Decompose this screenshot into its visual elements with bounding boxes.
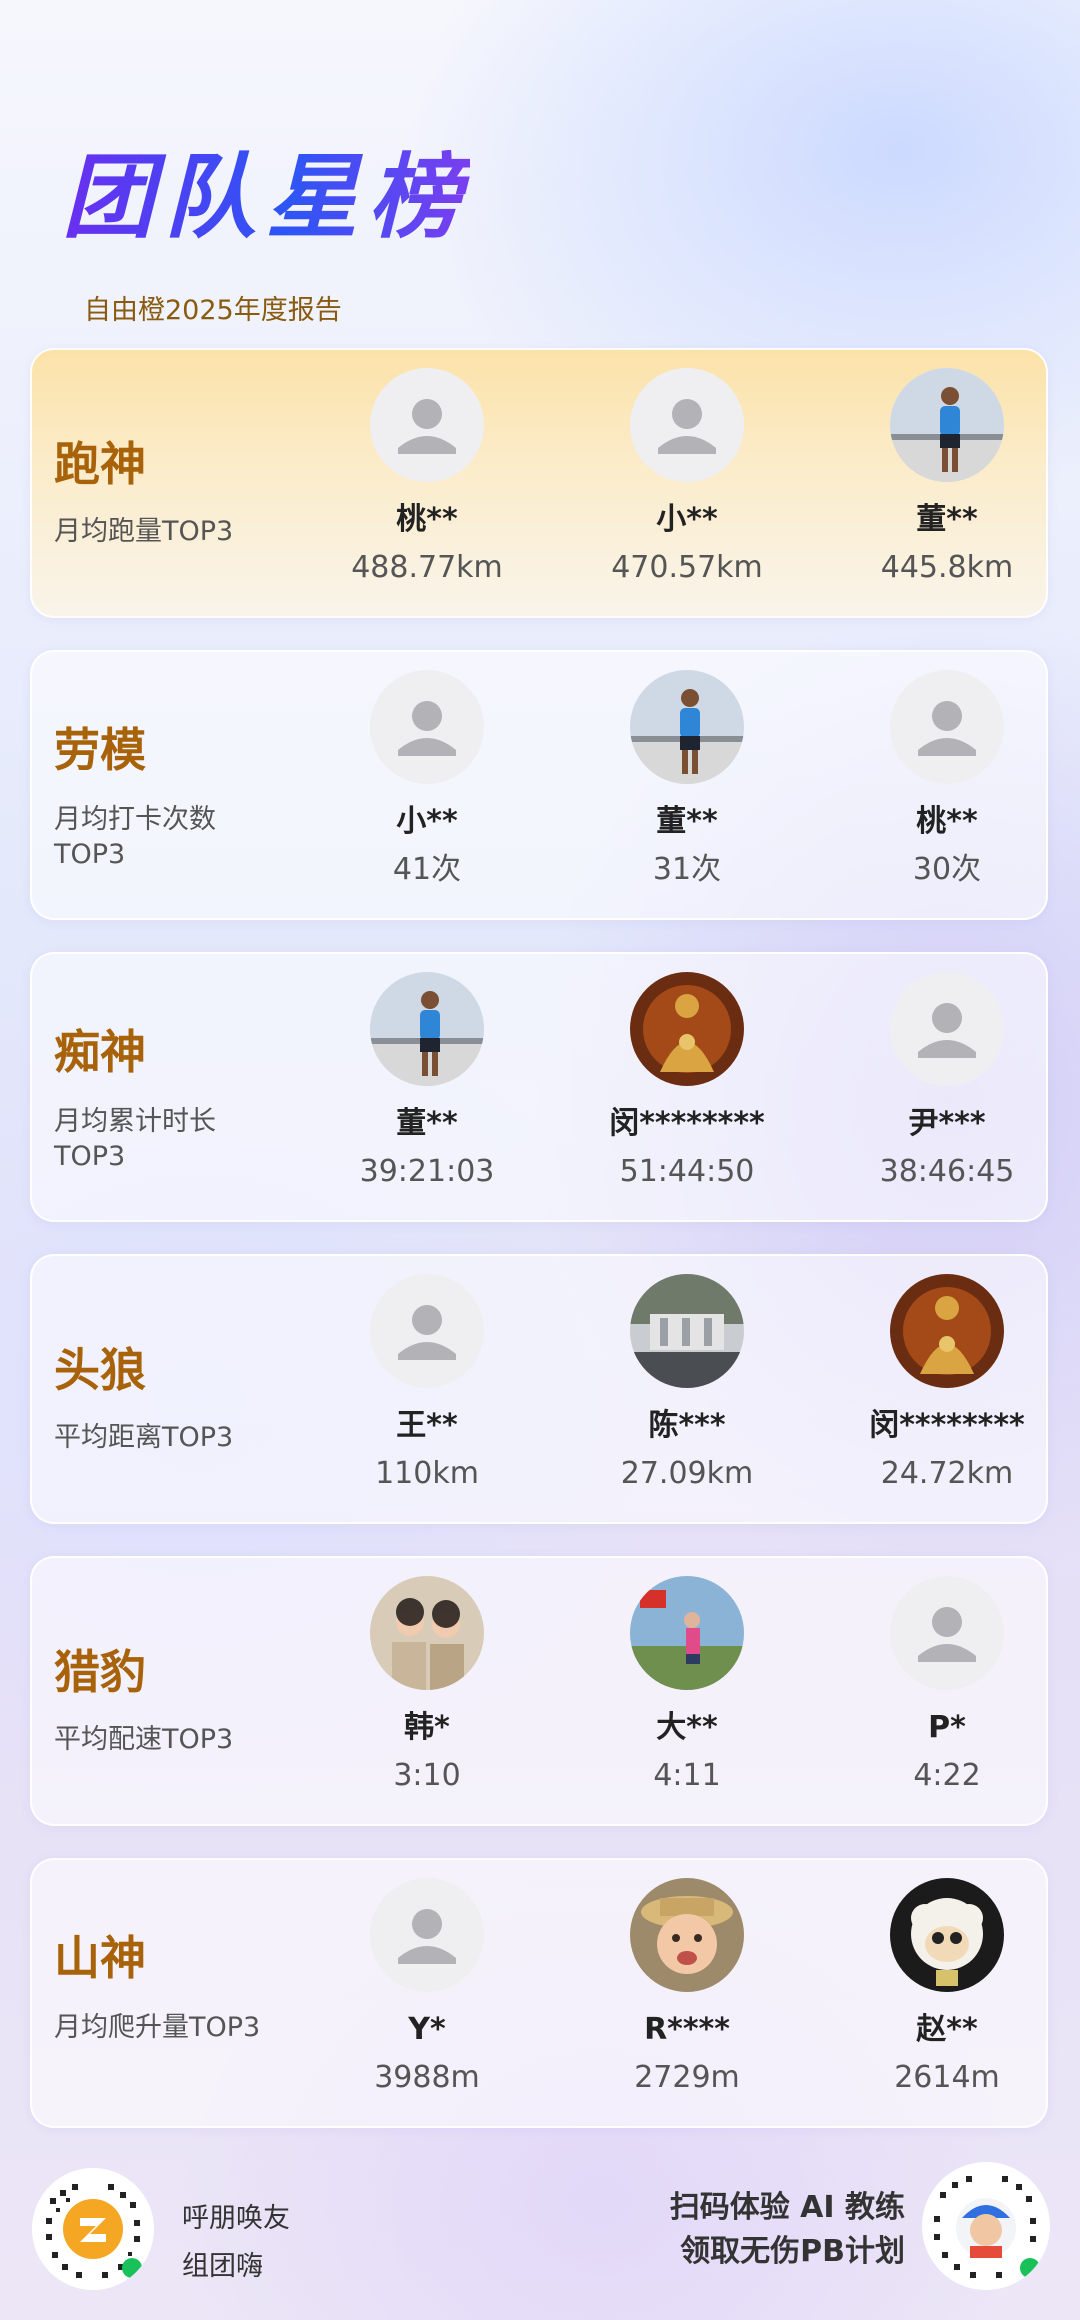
default-avatar-icon: [890, 1576, 1004, 1690]
category-card-run-god: 跑神 月均跑量TOP3 桃** 488.77km 小** 470.57km 董*…: [30, 348, 1048, 618]
leaderboard-entry[interactable]: Y* 3988m: [317, 1878, 537, 2096]
user-value: 51:44:50: [619, 1154, 755, 1189]
user-name: 董**: [396, 1106, 458, 1141]
user-value: 27.09km: [620, 1456, 754, 1491]
default-avatar-icon: [370, 1274, 484, 1388]
leaderboard-entry[interactable]: 小** 41次: [317, 670, 537, 888]
user-value: 24.72km: [880, 1456, 1014, 1491]
user-name: 大**: [656, 1710, 718, 1745]
footer-cta: 扫码体验 AI 教练 领取无伤PB计划: [600, 2186, 905, 2274]
leaderboard-entry[interactable]: 董** 31次: [577, 670, 797, 888]
user-name: 小**: [656, 502, 718, 537]
category-card-obsessed-god: 痴神 月均累计时长TOP3 董** 39:21:03 闵******** 51:…: [30, 952, 1048, 1222]
leaderboard-entry[interactable]: 大** 4:11: [577, 1576, 797, 1794]
buddha-statue-photo: [630, 972, 744, 1086]
leaderboard-entry[interactable]: 闵******** 24.72km: [837, 1274, 1057, 1492]
user-value: 3:10: [393, 1758, 461, 1793]
user-value: 39:21:03: [359, 1154, 495, 1189]
category-card-cheetah: 猎豹 平均配速TOP3 韩* 3:10 大** 4:11 P* 4:22: [30, 1556, 1048, 1826]
user-value: 3988m: [374, 2060, 480, 2095]
default-avatar-icon: [890, 972, 1004, 1086]
user-name: 桃**: [396, 502, 458, 537]
category-title: 劳模: [54, 723, 146, 777]
outdoor-person-photo: [630, 1576, 744, 1690]
user-value: 470.57km: [611, 550, 763, 585]
leaderboard-entry[interactable]: 董** 39:21:03: [317, 972, 537, 1190]
user-name: 闵********: [609, 1106, 765, 1141]
coach-qr-code-icon[interactable]: [922, 2162, 1050, 2290]
user-value: 2729m: [634, 2060, 740, 2095]
category-subtitle: 月均打卡次数TOP3: [54, 804, 216, 870]
default-avatar-icon: [370, 670, 484, 784]
category-card-model-worker: 劳模 月均打卡次数TOP3 小** 41次 董** 31次 桃** 30次: [30, 650, 1048, 920]
page-subtitle: 自由橙2025年度报告: [84, 295, 342, 326]
leaderboard-entry[interactable]: 董** 445.8km: [837, 368, 1057, 586]
user-name: 桃**: [916, 804, 978, 839]
leaderboard-entry[interactable]: 桃** 488.77km: [317, 368, 537, 586]
footer-invite-line2: 组团嗨: [182, 2251, 263, 2282]
user-value: 110km: [375, 1456, 479, 1491]
user-name: 董**: [916, 502, 978, 537]
leaderboard-entry[interactable]: P* 4:22: [837, 1576, 1057, 1794]
footer-cta-line1: 扫码体验 AI 教练: [669, 2190, 905, 2225]
default-avatar-icon: [630, 368, 744, 482]
user-value: 30次: [912, 852, 982, 887]
user-value: 38:46:45: [879, 1154, 1015, 1189]
user-name: 赵**: [916, 2012, 978, 2047]
street-sign-photo: [630, 1274, 744, 1388]
category-subtitle: 月均跑量TOP3: [54, 516, 234, 547]
user-value: 4:22: [913, 1758, 981, 1793]
user-value: 488.77km: [351, 550, 503, 585]
default-avatar-icon: [370, 368, 484, 482]
user-name: 闵********: [869, 1408, 1025, 1443]
user-value: 41次: [392, 852, 462, 887]
baby-photo: [630, 1878, 744, 1992]
qr-code-icon[interactable]: [32, 2168, 154, 2290]
page-title: 团队星榜: [62, 144, 471, 251]
category-card-lead-wolf: 头狼 平均距离TOP3 王** 110km 陈*** 27.09km 闵****…: [30, 1254, 1048, 1524]
runner-photo: [630, 670, 744, 784]
leaderboard-entry[interactable]: 陈*** 27.09km: [577, 1274, 797, 1492]
category-card-mountain-god: 山神 月均爬升量TOP3 Y* 3988m R**** 2729m 赵** 26…: [30, 1858, 1048, 2128]
user-name: 尹***: [908, 1106, 986, 1141]
user-value: 2614m: [894, 2060, 1000, 2095]
user-name: R****: [644, 2012, 730, 2047]
user-value: 4:11: [653, 1758, 721, 1793]
user-name: 小**: [396, 804, 458, 839]
cartoon-sheep-avatar: [890, 1878, 1004, 1992]
leaderboard-entry[interactable]: 尹*** 38:46:45: [837, 972, 1057, 1190]
category-title: 痴神: [54, 1025, 146, 1079]
user-name: P*: [928, 1710, 966, 1745]
runner-photo: [890, 368, 1004, 482]
leaderboard-entry[interactable]: 王** 110km: [317, 1274, 537, 1492]
user-name: Y*: [408, 2012, 446, 2047]
leaderboard-entry[interactable]: 闵******** 51:44:50: [577, 972, 797, 1190]
category-subtitle: 平均配速TOP3: [54, 1724, 234, 1755]
leaderboard-entry[interactable]: 韩* 3:10: [317, 1576, 537, 1794]
category-title: 头狼: [54, 1343, 146, 1397]
buddha-statue-photo: [890, 1274, 1004, 1388]
default-avatar-icon: [890, 670, 1004, 784]
footer-cta-line2: 领取无伤PB计划: [680, 2234, 905, 2269]
category-title: 猎豹: [54, 1645, 146, 1699]
category-title: 跑神: [54, 437, 146, 491]
user-name: 王**: [396, 1408, 458, 1443]
leaderboard-entry[interactable]: 小** 470.57km: [577, 368, 797, 586]
leaderboard-entry[interactable]: 赵** 2614m: [837, 1878, 1057, 2096]
category-subtitle: 月均爬升量TOP3: [54, 2012, 261, 2043]
leaderboard-entry[interactable]: R**** 2729m: [577, 1878, 797, 2096]
category-title: 山神: [54, 1931, 146, 1985]
footer-invite-line1: 呼朋唤友: [182, 2203, 290, 2234]
leaderboard-entry[interactable]: 桃** 30次: [837, 670, 1057, 888]
user-value: 31次: [652, 852, 722, 887]
category-subtitle: 月均累计时长TOP3: [54, 1106, 216, 1172]
default-avatar-icon: [370, 1878, 484, 1992]
user-value: 445.8km: [880, 550, 1014, 585]
runner-photo: [370, 972, 484, 1086]
user-name: 韩*: [404, 1710, 450, 1745]
category-subtitle: 平均距离TOP3: [54, 1422, 234, 1453]
couple-photo: [370, 1576, 484, 1690]
user-name: 董**: [656, 804, 718, 839]
user-name: 陈***: [648, 1408, 726, 1443]
